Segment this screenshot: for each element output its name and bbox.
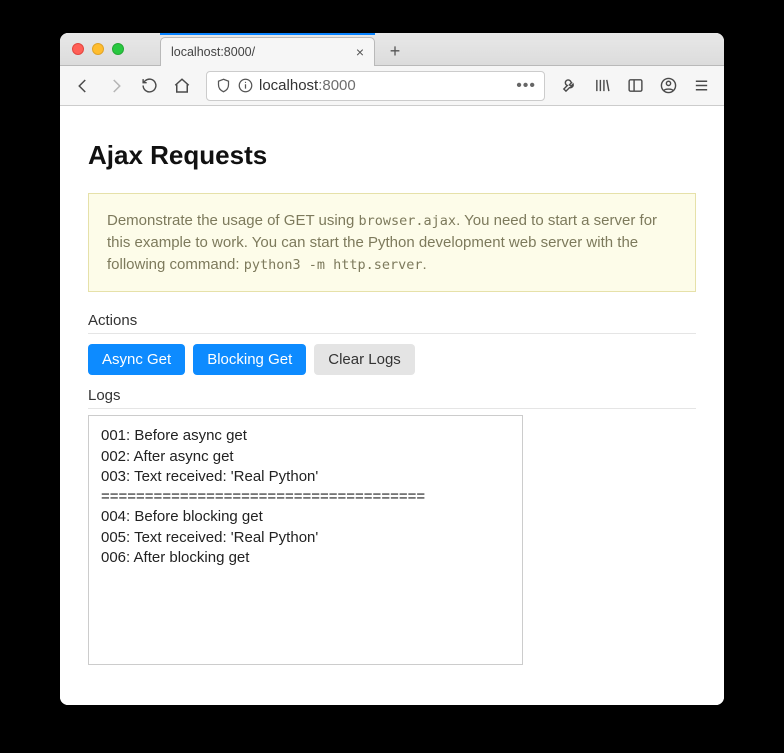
window-titlebar: localhost:8000/ × + <box>60 33 724 66</box>
browser-toolbar: localhost:8000 ••• <box>60 66 724 106</box>
alert-text: . <box>423 256 427 273</box>
page-content: Ajax Requests Demonstrate the usage of G… <box>60 106 724 705</box>
info-alert: Demonstrate the usage of GET using brows… <box>88 193 696 292</box>
actions-label: Actions <box>88 312 696 334</box>
library-button[interactable] <box>587 71 617 101</box>
window-controls <box>72 43 124 55</box>
clear-logs-button[interactable]: Clear Logs <box>314 344 415 375</box>
shield-icon <box>215 78 231 94</box>
page-title: Ajax Requests <box>88 140 696 171</box>
logs-output[interactable]: 001: Before async get 002: After async g… <box>88 415 523 665</box>
reload-button[interactable] <box>134 71 164 101</box>
logs-label: Logs <box>88 387 696 409</box>
info-icon[interactable] <box>237 78 253 94</box>
window-close-button[interactable] <box>72 43 84 55</box>
sidebar-button[interactable] <box>620 71 650 101</box>
account-button[interactable] <box>653 71 683 101</box>
window-zoom-button[interactable] <box>112 43 124 55</box>
alert-code: python3 -m http.server <box>244 257 423 273</box>
new-tab-button[interactable]: + <box>383 40 407 62</box>
window-minimize-button[interactable] <box>92 43 104 55</box>
app-menu-button[interactable] <box>686 71 716 101</box>
alert-text: Demonstrate the usage of GET using <box>107 212 359 229</box>
alert-code: browser.ajax <box>359 213 457 229</box>
back-button[interactable] <box>68 71 98 101</box>
tab-close-icon[interactable]: × <box>356 44 364 60</box>
actions-row: Async Get Blocking Get Clear Logs <box>88 344 696 375</box>
browser-window: localhost:8000/ × + localhost:8000 ••• <box>60 33 724 705</box>
blocking-get-button[interactable]: Blocking Get <box>193 344 306 375</box>
tab-active-indicator <box>160 33 375 35</box>
url-host: localhost:8000 <box>259 77 356 94</box>
url-bar[interactable]: localhost:8000 ••• <box>206 71 545 101</box>
dev-tools-button[interactable] <box>554 71 584 101</box>
page-actions-icon[interactable]: ••• <box>516 77 536 95</box>
async-get-button[interactable]: Async Get <box>88 344 185 375</box>
forward-button[interactable] <box>101 71 131 101</box>
home-button[interactable] <box>167 71 197 101</box>
tab-title: localhost:8000/ <box>171 45 356 59</box>
browser-tab[interactable]: localhost:8000/ × <box>160 37 375 66</box>
